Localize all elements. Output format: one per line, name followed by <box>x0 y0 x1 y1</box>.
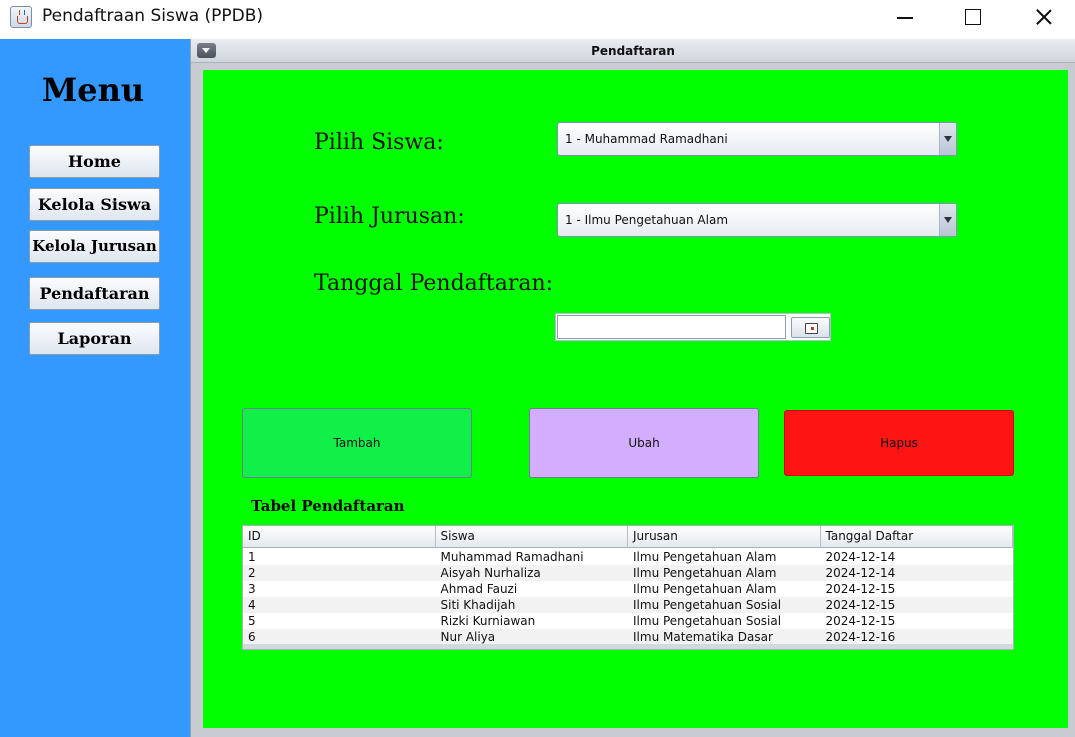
column-header-siswa[interactable]: Siswa <box>436 526 628 548</box>
tanggal-label: Tanggal Pendaftaran: <box>314 271 554 296</box>
column-header-jurusan[interactable]: Jurusan <box>628 526 821 548</box>
maximize-icon[interactable] <box>937 0 1007 36</box>
table-body: 1 Muhammad Ramadhani Ilmu Pengetahuan Al… <box>243 549 1013 645</box>
cell-id: 3 <box>248 582 256 596</box>
column-header-id[interactable]: ID <box>243 526 436 548</box>
window-titlebar: Pendaftraan Siswa (PPDB) <box>0 0 1075 36</box>
pendaftaran-button[interactable]: Pendaftaran <box>29 277 160 310</box>
cell-jurusan: Ilmu Pengetahuan Sosial <box>633 614 782 628</box>
kelola-siswa-button[interactable]: Kelola Siswa <box>29 188 160 221</box>
cell-jurusan: Ilmu Pengetahuan Alam <box>633 550 777 564</box>
jurusan-combobox[interactable]: 1 - Ilmu Pengetahuan Alam <box>557 203 957 237</box>
cell-tanggal: 2024-12-15 <box>825 582 896 596</box>
siswa-label: Pilih Siswa: <box>314 130 444 155</box>
table-title: Tabel Pendaftaran <box>251 497 405 515</box>
tambah-button[interactable]: Tambah <box>242 408 472 478</box>
cell-siswa: Muhammad Ramadhani <box>440 550 584 564</box>
cell-id: 6 <box>248 630 256 644</box>
kelola-jurusan-button[interactable]: Kelola Jurusan <box>29 230 160 263</box>
menu-title: Menu <box>41 71 145 109</box>
date-chooser <box>555 313 831 341</box>
table-row[interactable]: 1 Muhammad Ramadhani Ilmu Pengetahuan Al… <box>243 549 1013 565</box>
cell-siswa: Aisyah Nurhaliza <box>440 566 541 580</box>
siswa-selected-value: 1 - Muhammad Ramadhani <box>565 132 728 146</box>
home-button[interactable]: Home <box>29 145 160 178</box>
cell-tanggal: 2024-12-15 <box>825 598 896 612</box>
sidebar: Menu Home Kelola Siswa Kelola Jurusan Pe… <box>0 39 190 737</box>
table-header: ID Siswa Jurusan Tanggal Daftar <box>243 526 1013 548</box>
table-row[interactable]: 6 Nur Aliya Ilmu Matematika Dasar 2024-1… <box>243 629 1013 645</box>
java-cup-icon <box>10 6 32 28</box>
ubah-button[interactable]: Ubah <box>529 408 759 478</box>
cell-jurusan: Ilmu Pengetahuan Alam <box>633 582 777 596</box>
cell-id: 2 <box>248 566 256 580</box>
chevron-down-icon[interactable] <box>939 204 956 236</box>
column-header-tanggal[interactable]: Tanggal Daftar <box>821 526 1013 548</box>
tanggal-input[interactable] <box>557 315 786 339</box>
pendaftaran-frame: Pendaftaran Pilih Siswa: 1 - Muhammad Ra… <box>190 39 1075 737</box>
cell-jurusan: Ilmu Matematika Dasar <box>633 630 773 644</box>
calendar-icon[interactable] <box>791 317 830 338</box>
cell-id: 4 <box>248 598 256 612</box>
cell-siswa: Rizki Kurniawan <box>440 614 536 628</box>
table-row[interactable]: 4 Siti Khadijah Ilmu Pengetahuan Sosial … <box>243 597 1013 613</box>
cell-siswa: Nur Aliya <box>440 630 496 644</box>
hapus-button[interactable]: Hapus <box>784 410 1014 476</box>
minimize-icon[interactable] <box>870 0 940 36</box>
cell-jurusan: Ilmu Pengetahuan Sosial <box>633 598 782 612</box>
frame-title: Pendaftaran <box>591 44 675 58</box>
close-icon[interactable] <box>1008 0 1075 36</box>
cell-tanggal: 2024-12-15 <box>825 614 896 628</box>
cell-tanggal: 2024-12-14 <box>825 550 896 564</box>
jurusan-label: Pilih Jurusan: <box>314 204 465 229</box>
form-panel: Pilih Siswa: 1 - Muhammad Ramadhani Pili… <box>203 70 1068 728</box>
laporan-button[interactable]: Laporan <box>29 322 160 355</box>
cell-jurusan: Ilmu Pengetahuan Alam <box>633 566 777 580</box>
chevron-down-icon[interactable] <box>939 123 956 155</box>
window-title: Pendaftraan Siswa (PPDB) <box>42 6 264 26</box>
table-row[interactable]: 3 Ahmad Fauzi Ilmu Pengetahuan Alam 2024… <box>243 581 1013 597</box>
frame-titlebar: Pendaftaran <box>191 39 1075 63</box>
table-footer-strip <box>243 644 1013 649</box>
table-row[interactable]: 5 Rizki Kurniawan Ilmu Pengetahuan Sosia… <box>243 613 1013 629</box>
table-row[interactable]: 2 Aisyah Nurhaliza Ilmu Pengetahuan Alam… <box>243 565 1013 581</box>
cell-id: 1 <box>248 550 256 564</box>
cell-siswa: Siti Khadijah <box>440 598 516 612</box>
jurusan-selected-value: 1 - Ilmu Pengetahuan Alam <box>565 213 729 227</box>
cell-tanggal: 2024-12-16 <box>825 630 896 644</box>
cell-tanggal: 2024-12-14 <box>825 566 896 580</box>
pendaftaran-table: ID Siswa Jurusan Tanggal Daftar 1 Muhamm… <box>242 525 1014 650</box>
siswa-combobox[interactable]: 1 - Muhammad Ramadhani <box>557 122 957 156</box>
cell-siswa: Ahmad Fauzi <box>440 582 518 596</box>
cell-id: 5 <box>248 614 256 628</box>
